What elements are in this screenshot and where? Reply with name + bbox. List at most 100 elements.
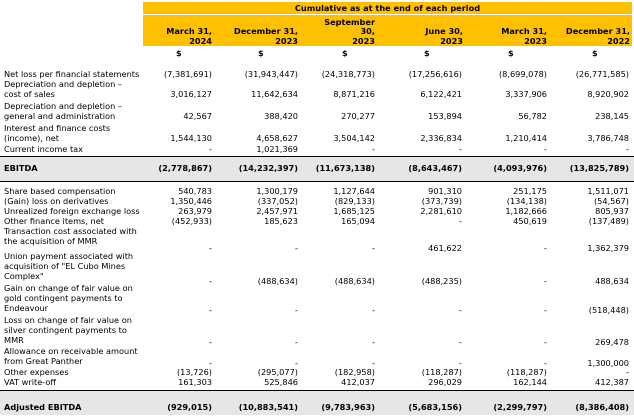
cell-value: (5,683,156) xyxy=(408,402,462,412)
cell-value: (7,381,691) xyxy=(163,69,212,79)
cell-value: (10,883,541) xyxy=(238,402,298,412)
cell-value: - xyxy=(459,216,462,226)
column-header-band: March 31, 2024 December 31, 2023 Septemb… xyxy=(143,15,632,46)
cell-value: (26,771,585) xyxy=(575,69,629,79)
cell-value: 11,642,634 xyxy=(251,88,298,99)
row-label: Transaction cost associated with the acq… xyxy=(4,226,137,246)
column-header: December 31, 2022 xyxy=(558,15,630,46)
cell-value: 6,122,421 xyxy=(420,88,462,99)
column-header-label: March 31, 2024 xyxy=(166,26,212,46)
cell-value: 2,336,834 xyxy=(420,132,462,143)
ebitda-reconciliation-table: Cumulative as at the end of each period … xyxy=(0,0,634,419)
cell-value: - xyxy=(626,144,629,154)
cell-value: (2,778,867) xyxy=(158,163,212,173)
row-label: Gain on change of fair value on gold con… xyxy=(4,283,133,313)
cell-value: 3,016,127 xyxy=(170,88,212,99)
cell-value: 4,658,627 xyxy=(256,132,298,143)
cell-value: 388,420 xyxy=(264,110,298,121)
cell-value: (4,093,976) xyxy=(493,163,547,173)
column-header-label: December 31, 2023 xyxy=(233,26,298,46)
cell-value: (452,933) xyxy=(171,216,212,226)
currency-symbol: $ xyxy=(342,48,348,58)
row-label: Union payment associated with acquisitio… xyxy=(4,251,134,281)
cell-value: (8,699,078) xyxy=(498,69,547,79)
column-header: March 31, 2024 xyxy=(143,15,212,46)
row-label: Loss on change of fair value on silver c… xyxy=(4,315,132,345)
cell-value: - xyxy=(295,337,298,347)
cell-value: (488,634) xyxy=(257,276,298,286)
cell-value: 153,894 xyxy=(428,110,462,121)
column-header: June 30, 2023 xyxy=(392,15,463,46)
column-header-label: June 30, 2023 xyxy=(425,26,463,46)
cell-value: - xyxy=(544,276,547,286)
cell-value: 2,281,610 xyxy=(420,206,462,216)
cell-value: 1,021,369 xyxy=(256,144,298,154)
cell-value: - xyxy=(295,243,298,253)
row-label: Interest and finance costs (income), net xyxy=(4,123,111,143)
cell-value: 270,277 xyxy=(341,110,375,121)
cell-value: 161,303 xyxy=(178,377,212,387)
cell-value: 269,478 xyxy=(595,337,629,347)
cell-value: (8,643,467) xyxy=(408,163,462,173)
cell-value: 461,622 xyxy=(428,243,462,253)
row-label: VAT write-off xyxy=(4,377,56,387)
cell-value: (9,783,963) xyxy=(321,402,375,412)
row-label: Depreciation and depletion – cost of sal… xyxy=(4,79,122,99)
cell-value: - xyxy=(544,144,547,154)
cell-value: 412,387 xyxy=(595,377,629,387)
cell-value: (13,825,789) xyxy=(569,163,629,173)
row-label: Allowance on receivable amount from Grea… xyxy=(4,346,138,366)
cell-value: (488,634) xyxy=(334,276,375,286)
column-header: December 31, 2023 xyxy=(226,15,298,46)
cell-value: (137,489) xyxy=(588,216,629,226)
cell-value: - xyxy=(295,305,298,315)
currency-symbol: $ xyxy=(176,48,182,58)
cell-value: (2,299,797) xyxy=(493,402,547,412)
column-header-label: September 30, 2023 xyxy=(324,16,375,46)
cell-value: 1,544,130 xyxy=(170,132,212,143)
cell-value: 8,871,216 xyxy=(333,88,375,99)
cell-value: 42,567 xyxy=(183,110,212,121)
cell-value: 3,504,142 xyxy=(333,132,375,143)
cell-value: 238,145 xyxy=(595,110,629,121)
cell-value: 3,786,748 xyxy=(587,132,629,143)
cell-value: - xyxy=(459,337,462,347)
cell-value: 1,362,379 xyxy=(587,243,629,253)
cell-value: (14,232,397) xyxy=(238,163,298,173)
cell-value: (11,673,138) xyxy=(315,163,375,173)
currency-symbol: $ xyxy=(424,48,430,58)
currency-symbol: $ xyxy=(258,48,264,58)
cell-value: - xyxy=(372,144,375,154)
cell-value: 165,094 xyxy=(341,216,375,226)
header-title: Cumulative as at the end of each period xyxy=(143,2,632,14)
cell-value: - xyxy=(209,144,212,154)
cell-value: (518,448) xyxy=(588,305,629,315)
row-label: Adjusted EBITDA xyxy=(4,402,82,412)
cell-value: 56,782 xyxy=(518,110,547,121)
cell-value: 525,846 xyxy=(264,377,298,387)
cell-value: (31,943,447) xyxy=(244,69,298,79)
cell-value: - xyxy=(372,243,375,253)
cell-value: (24,318,773) xyxy=(321,69,375,79)
cell-value: 450,619 xyxy=(513,216,547,226)
cell-value: 3,337,906 xyxy=(505,88,547,99)
row-label: Depreciation and depletion – general and… xyxy=(4,101,122,121)
cell-value: 1,210,414 xyxy=(505,132,547,143)
cell-value: 488,634 xyxy=(595,276,629,286)
cell-value: - xyxy=(209,305,212,315)
column-header: March 31, 2023 xyxy=(474,15,547,46)
cell-value: 8,920,902 xyxy=(587,88,629,99)
cell-value: (929,015) xyxy=(167,402,212,412)
cell-value: - xyxy=(459,305,462,315)
cell-value: (17,256,616) xyxy=(408,69,462,79)
cell-value: 412,037 xyxy=(341,377,375,387)
row-label: Current income tax xyxy=(4,144,84,154)
currency-symbol: $ xyxy=(592,48,598,58)
cell-value: - xyxy=(372,337,375,347)
cell-value: - xyxy=(372,305,375,315)
column-header: September 30, 2023 xyxy=(308,15,375,46)
cell-value: 185,623 xyxy=(264,216,298,226)
column-header-label: March 31, 2023 xyxy=(501,26,547,46)
cell-value: - xyxy=(544,305,547,315)
currency-symbol: $ xyxy=(508,48,514,58)
